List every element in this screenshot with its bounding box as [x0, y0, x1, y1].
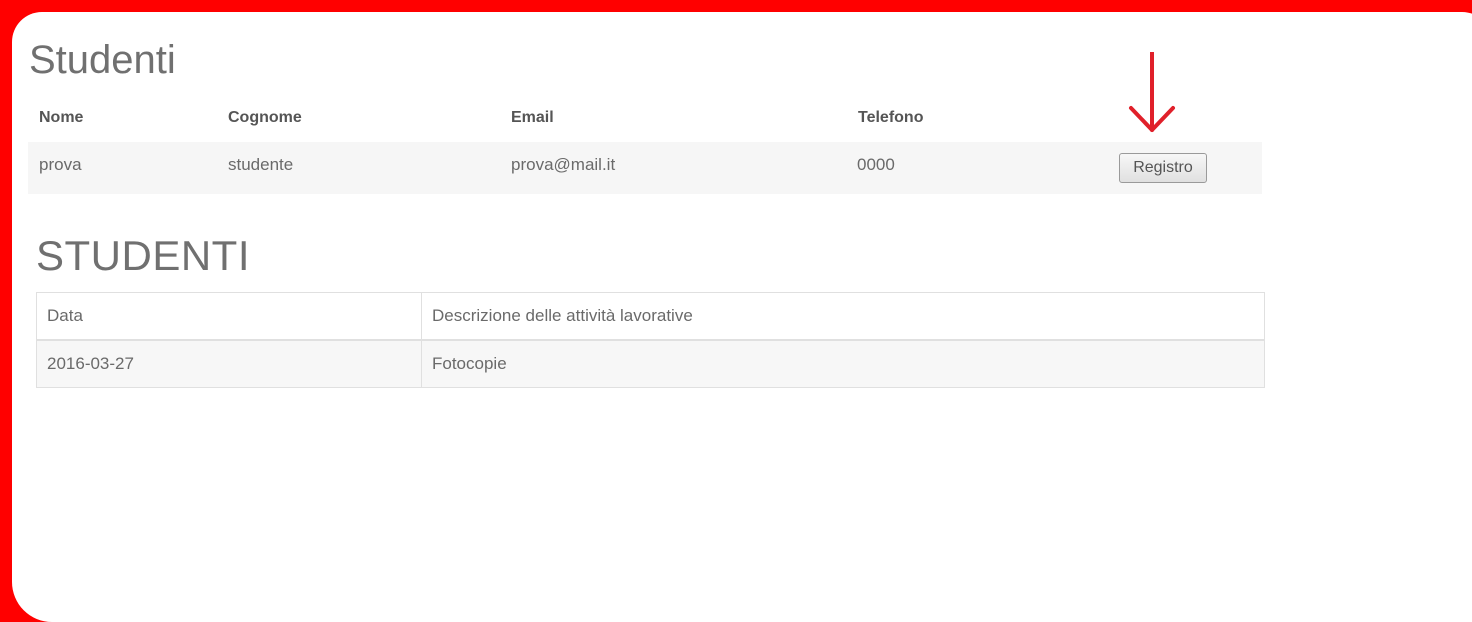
column-header-data: Data [36, 292, 422, 341]
column-header-cognome: Cognome [228, 109, 302, 126]
page-title: Studenti [29, 38, 176, 82]
table-header-row: Data Descrizione delle attività lavorati… [36, 292, 1265, 341]
cell-nome: prova [39, 155, 82, 174]
table-row: prova studente prova@mail.it 0000 Regist… [28, 142, 1262, 194]
column-header-descrizione: Descrizione delle attività lavorative [421, 292, 1265, 341]
section-title: STUDENTI [36, 232, 250, 279]
column-header-telefono: Telefono [858, 109, 924, 126]
table-header: Nome Cognome Email Telefono [28, 96, 1108, 144]
column-header-email: Email [511, 109, 554, 126]
registro-button[interactable]: Registro [1119, 153, 1207, 183]
students-table: Nome Cognome Email Telefono prova studen… [28, 96, 1262, 196]
column-header-nome: Nome [39, 109, 84, 126]
cell-descrizione: Fotocopie [421, 339, 1265, 388]
table-row: 2016-03-27 Fotocopie [36, 339, 1265, 388]
cell-data: 2016-03-27 [36, 339, 422, 388]
cell-telefono: 0000 [857, 155, 895, 174]
activities-table: Data Descrizione delle attività lavorati… [36, 292, 1265, 388]
arrow-down-icon [1129, 52, 1175, 132]
cell-cognome: studente [228, 155, 294, 174]
cell-email: prova@mail.it [511, 155, 616, 174]
